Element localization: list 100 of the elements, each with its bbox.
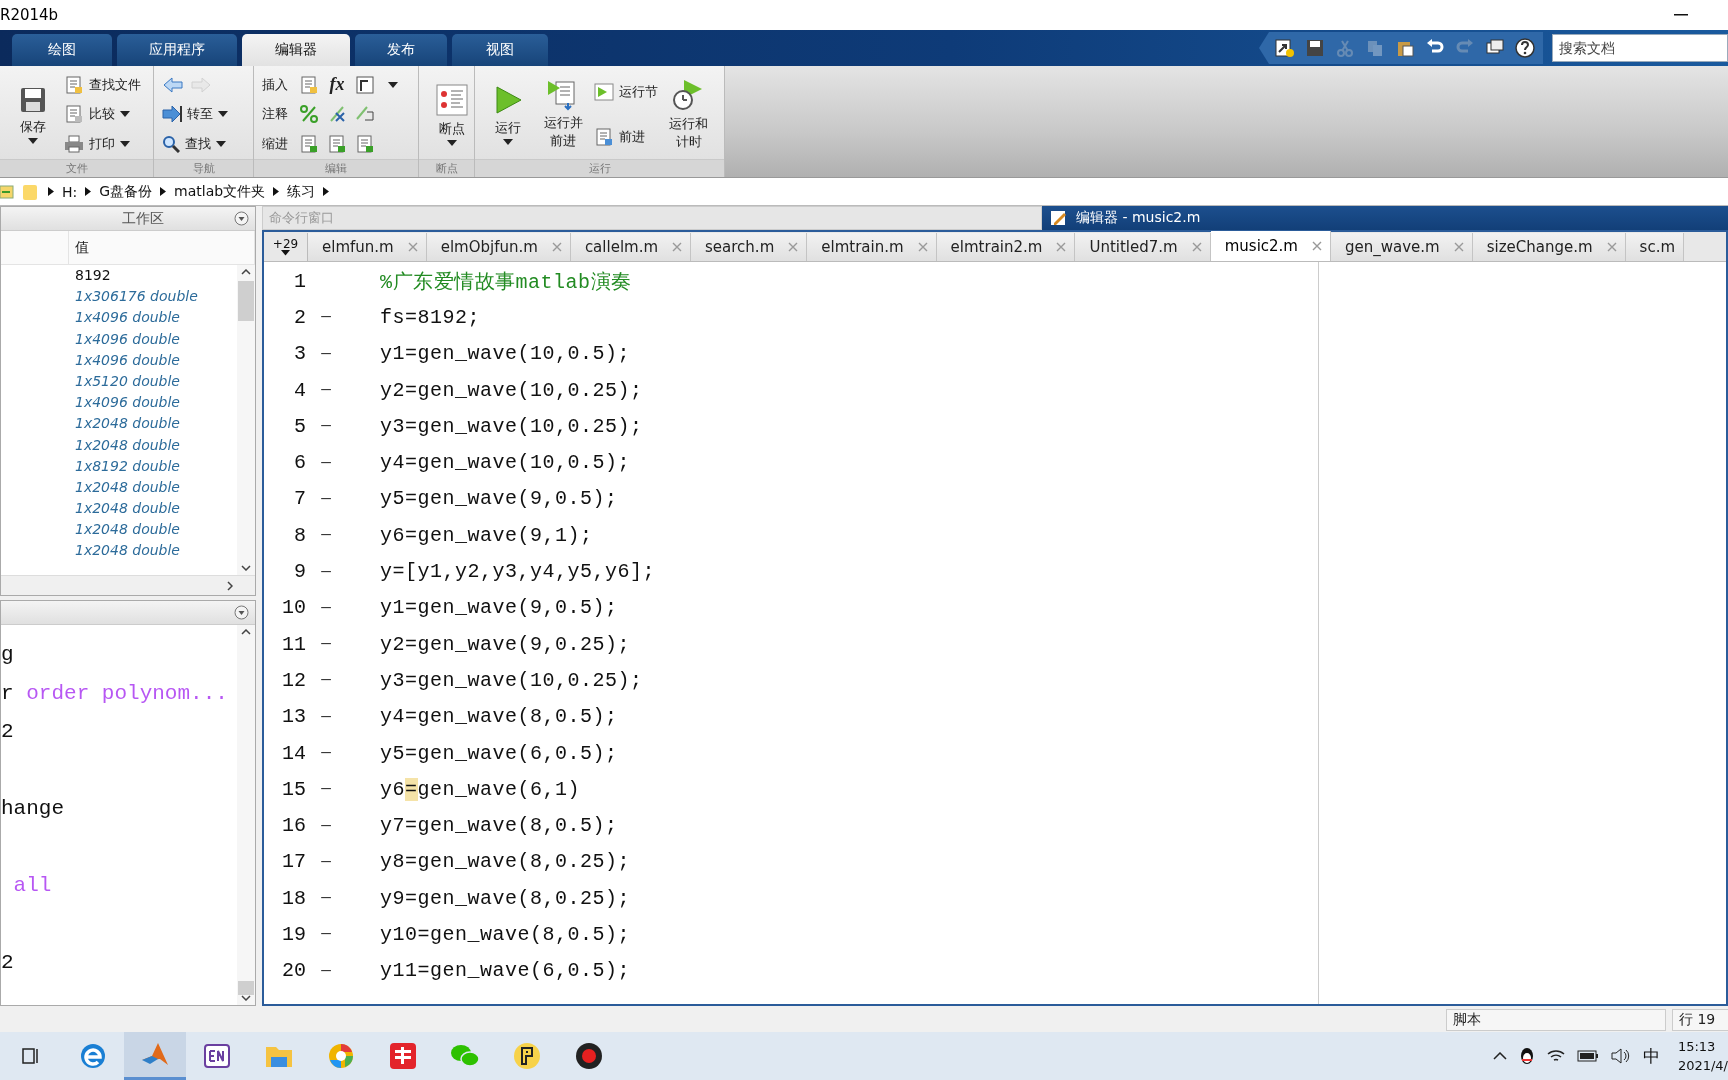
breakpoint-marker[interactable]: — <box>306 961 346 980</box>
group-title: 文件 <box>0 159 153 177</box>
ribbon-button[interactable]: 运行 <box>483 81 533 148</box>
breakpoint-marker[interactable]: — <box>306 526 346 545</box>
breakpoint-marker[interactable]: — <box>306 635 346 654</box>
dictionary-app-icon <box>389 1042 417 1070</box>
battery-icon[interactable] <box>1576 1050 1599 1062</box>
breakpoint-marker[interactable]: — <box>306 308 346 327</box>
caret-icon <box>119 141 130 148</box>
vertical-scrollbar[interactable] <box>237 265 255 575</box>
history-entry[interactable]: g <box>1 643 237 682</box>
breakpoint-marker[interactable]: — <box>306 344 346 363</box>
wifi-icon[interactable] <box>1546 1048 1565 1064</box>
advance-document-icon <box>594 126 615 147</box>
line-number: 14 <box>281 741 306 765</box>
ribbon-tab[interactable]: 绘图 <box>12 34 112 66</box>
path-segment[interactable]: matlab文件夹 <box>174 182 266 201</box>
minimize-icon[interactable] <box>1674 14 1688 16</box>
breakpoint-marker[interactable]: — <box>306 744 346 762</box>
ribbon-button[interactable]: 打印 <box>63 131 141 158</box>
code-line: y11=gen_wave(6,0.5); <box>380 959 631 983</box>
breakpoint-marker[interactable]: — <box>306 925 346 944</box>
breakpoint-marker[interactable]: — <box>306 889 346 908</box>
file-tab[interactable]: elmObjfun.m <box>426 233 571 261</box>
file-tab[interactable]: elmtrain2.m <box>936 233 1076 261</box>
refresh-folder-icon[interactable] <box>0 182 14 201</box>
speaker-icon[interactable] <box>1610 1048 1631 1064</box>
variable-value: 1x2048 double <box>75 414 181 434</box>
ribbon-tab[interactable]: 发布 <box>355 34 447 66</box>
chevron-icon <box>273 187 280 196</box>
ribbon-button[interactable]: 转至 <box>162 101 228 128</box>
ribbon-button[interactable]: 查找 <box>162 131 228 158</box>
ribbon-tab[interactable]: 应用程序 <box>117 34 237 66</box>
history-entry[interactable]: r order polynom... <box>1 681 237 720</box>
breakpoint-marker[interactable]: — <box>306 780 346 799</box>
input-method-indicator[interactable]: 中 <box>1642 1044 1660 1068</box>
line-number: 17 <box>281 850 306 874</box>
toolbar-button[interactable] <box>1273 36 1297 60</box>
breakpoint-marker[interactable]: — <box>306 562 346 581</box>
breakpoint-marker[interactable]: — <box>306 417 346 436</box>
code-line: y2=gen_wave(9,0.25); <box>380 632 631 656</box>
ribbon-button[interactable]: 断点 <box>427 80 477 149</box>
breakpoint-marker[interactable]: — <box>306 671 346 690</box>
code-line: y2=gen_wave(10,0.25); <box>380 378 643 402</box>
breakpoint-marker[interactable]: — <box>306 453 346 472</box>
history-entry[interactable]: hange <box>1 797 237 836</box>
history-entry[interactable]: all <box>1 874 237 913</box>
toolbar-button[interactable] <box>1513 36 1537 60</box>
variable-value: 1x2048 double <box>75 477 181 497</box>
vertical-scrollbar[interactable] <box>237 625 255 1005</box>
clock[interactable]: 15:13 2021/4/ <box>1671 1036 1728 1076</box>
line-number: 7 <box>293 487 306 511</box>
path-segment[interactable]: G盘备份 <box>99 182 153 201</box>
file-tab[interactable]: callelm.m <box>570 233 692 261</box>
variable-value: 1x4096 double <box>75 308 181 328</box>
status-field: 脚本 <box>1446 1009 1666 1031</box>
file-tab[interactable]: sc.m <box>1625 233 1685 261</box>
history-entry[interactable]: 2 <box>1 720 237 759</box>
file-tab[interactable]: gen_wave.m <box>1331 233 1473 261</box>
paste-icon <box>1396 39 1414 57</box>
search-field[interactable]: 搜索文档 <box>1552 34 1728 62</box>
file-tab[interactable]: sizeChange.m <box>1472 233 1626 261</box>
breakpoint-marker[interactable]: — <box>306 381 346 400</box>
chevron-up-icon[interactable] <box>1492 1052 1507 1060</box>
file-tab[interactable]: music2.m <box>1210 231 1331 261</box>
breakpoint-marker[interactable]: — <box>306 707 346 726</box>
breakpoint-marker[interactable]: — <box>306 852 346 871</box>
back-arrow-icon <box>163 76 183 93</box>
path-segment[interactable]: H: <box>62 183 78 200</box>
breakpoint-marker[interactable]: — <box>306 489 346 508</box>
file-tab[interactable]: elmfun.m <box>308 233 427 261</box>
line-number: 18 <box>281 886 306 910</box>
line-number: 3 <box>293 342 306 366</box>
edit-tool-button[interactable] <box>354 73 376 96</box>
ribbon-button[interactable]: 前进 <box>594 123 659 150</box>
record-icon <box>575 1042 603 1070</box>
file-tab[interactable]: search.m <box>691 233 808 261</box>
breakpoint-marker[interactable]: — <box>306 816 346 835</box>
ribbon-tab[interactable]: 编辑器 <box>242 34 350 66</box>
path-segment[interactable]: 练习 <box>287 182 316 201</box>
ribbon-button[interactable]: 比较 <box>63 101 141 128</box>
file-tab[interactable]: Untitled7.m <box>1075 233 1211 261</box>
ribbon-button[interactable]: 运行节 <box>594 79 659 106</box>
status-field: 行 19 <box>1672 1009 1728 1031</box>
function-button[interactable]: fx <box>326 74 348 96</box>
scrollbar-thumb[interactable] <box>238 281 254 321</box>
history-entry[interactable]: 2 <box>1 951 237 990</box>
horizontal-scrollbar[interactable] <box>1 575 255 595</box>
window-title: R2014b <box>0 6 59 24</box>
penguin-icon[interactable] <box>1518 1046 1535 1066</box>
ribbon-button[interactable]: 运行和计时 <box>664 76 714 153</box>
file-tab[interactable]: elmtrain.m <box>807 233 937 261</box>
ribbon-tab[interactable]: 视图 <box>452 34 548 66</box>
ribbon-button[interactable]: 运行并前进 <box>538 77 589 152</box>
variable-value: 1x4096 double <box>75 393 181 413</box>
ribbon-button[interactable]: 查找文件 <box>63 71 141 98</box>
variable-value: 1x4096 double <box>75 329 181 349</box>
breakpoint-marker[interactable]: — <box>306 598 346 617</box>
scrollbar-thumb[interactable] <box>238 981 254 995</box>
ribbon-button[interactable]: 保存 <box>8 82 58 147</box>
